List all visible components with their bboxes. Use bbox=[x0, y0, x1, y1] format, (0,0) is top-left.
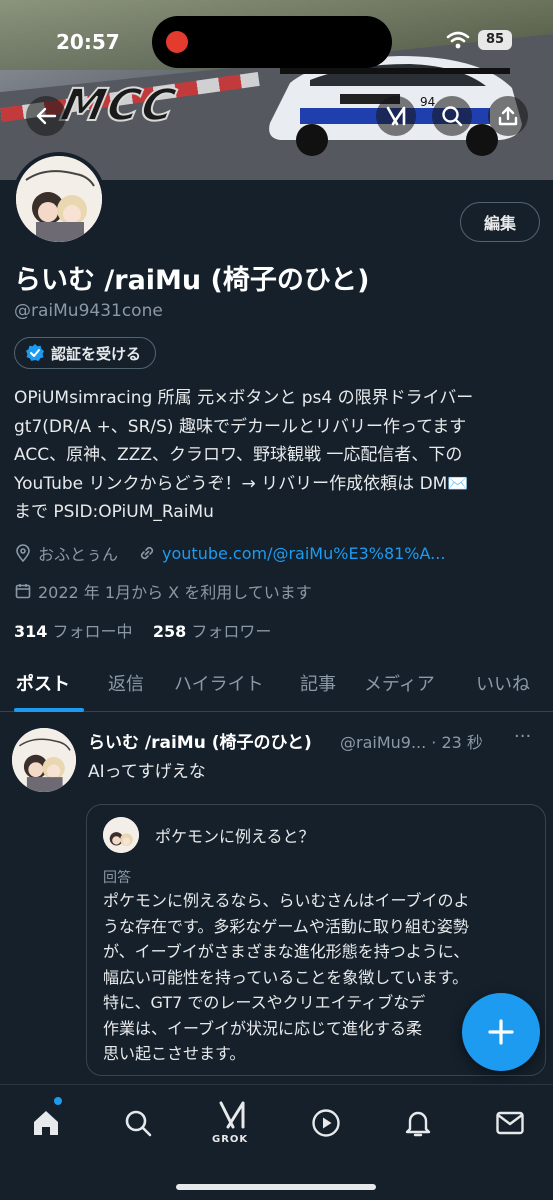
search-icon bbox=[442, 106, 463, 127]
followers-count: 258 bbox=[152, 622, 187, 641]
display-name: らいむ /raiMu (椅子のひと) bbox=[14, 265, 370, 296]
followers-label: フォロワー bbox=[191, 622, 272, 641]
nav-video[interactable] bbox=[306, 1103, 346, 1143]
tab-posts[interactable]: ポスト bbox=[16, 670, 70, 696]
verified-badge-icon bbox=[26, 344, 44, 361]
bio-line: OPiUMsimracing 所属 元×ボタンと ps4 の限界ドライバー bbox=[14, 388, 474, 408]
answer-line: うな存在です。多彩なゲームや活動に取り組む姿勢 bbox=[103, 916, 469, 936]
arrow-left-icon bbox=[36, 107, 57, 125]
location-icon bbox=[16, 544, 30, 562]
avatar-illustration bbox=[103, 817, 139, 853]
home-indicator bbox=[176, 1184, 376, 1190]
nav-notifications[interactable] bbox=[398, 1103, 438, 1143]
card-answer-label: 回答 bbox=[103, 870, 131, 886]
profile-bio: OPiUMsimracing 所属 元×ボタンと ps4 の限界ドライバー gt… bbox=[14, 384, 544, 527]
bio-line: ACC、原神、ZZZ、クラロワ、野球観戦 一応配信者、下の bbox=[14, 445, 463, 465]
bottom-navigation: GROK bbox=[0, 1084, 553, 1200]
banner-logo: MCC bbox=[56, 79, 183, 132]
card-avatar bbox=[103, 817, 139, 853]
profile-location: おふとぅん bbox=[38, 545, 119, 564]
post-text: AIってすげえな bbox=[88, 762, 206, 782]
followers-link[interactable]: 258 フォロワー bbox=[153, 622, 272, 641]
edit-profile-button[interactable]: 編集 bbox=[460, 202, 540, 242]
nav-messages[interactable] bbox=[490, 1103, 530, 1143]
nav-grok[interactable] bbox=[212, 1095, 252, 1135]
search-icon bbox=[125, 1110, 152, 1137]
tab-replies[interactable]: 返信 bbox=[108, 670, 144, 696]
profile-avatar[interactable] bbox=[12, 152, 106, 246]
link-icon bbox=[140, 546, 154, 560]
avatar-illustration bbox=[12, 728, 76, 792]
tab-media[interactable]: メディア bbox=[364, 670, 435, 696]
profile-website-link[interactable]: youtube.com/@raiMu%E3%81%A... bbox=[162, 544, 445, 563]
nav-home[interactable] bbox=[26, 1103, 66, 1143]
profile-handle: @raiMu9431cone bbox=[14, 301, 163, 321]
avatar-illustration bbox=[16, 156, 102, 242]
following-link[interactable]: 314 フォロー中 bbox=[14, 622, 133, 641]
plus-icon bbox=[488, 1019, 514, 1045]
following-count: 314 bbox=[14, 622, 48, 641]
bio-line: YouTube リンクからどうぞ！→ リバリー作成依頼は DM✉️ bbox=[14, 473, 469, 494]
grok-header-button[interactable] bbox=[376, 96, 416, 136]
battery-indicator: 85 bbox=[478, 30, 512, 50]
get-verified-label: 認証を受ける bbox=[51, 344, 142, 363]
calendar-icon bbox=[15, 584, 31, 599]
home-notification-dot bbox=[54, 1097, 62, 1105]
search-button[interactable] bbox=[432, 96, 472, 136]
recording-indicator-icon bbox=[166, 31, 188, 53]
follow-stats: 314 フォロー中 258 フォロワー bbox=[14, 618, 271, 642]
tab-articles[interactable]: 記事 bbox=[300, 670, 336, 696]
following-label: フォロー中 bbox=[52, 622, 133, 641]
profile-meta-row: おふとぅん youtube.com/@raiMu%E3%81%A... bbox=[14, 541, 445, 565]
share-icon bbox=[498, 106, 518, 126]
bell-icon bbox=[405, 1111, 431, 1137]
tab-likes[interactable]: いいね bbox=[476, 670, 530, 696]
post-author-name[interactable]: らいむ /raiMu (椅子のひと) bbox=[88, 728, 312, 753]
post-author-avatar[interactable] bbox=[12, 728, 76, 792]
tab-highlights[interactable]: ハイライト bbox=[174, 670, 264, 696]
back-button[interactable] bbox=[26, 96, 66, 136]
wifi-icon bbox=[446, 31, 470, 49]
post-more-menu-icon[interactable]: ··· bbox=[514, 726, 531, 747]
compose-post-button[interactable] bbox=[462, 993, 540, 1071]
card-question: ポケモンに例えると？ bbox=[155, 827, 315, 846]
nav-search[interactable] bbox=[118, 1103, 158, 1143]
play-circle-icon bbox=[312, 1109, 340, 1137]
answer-line: ポケモンに例えるなら、らいむさんはイーブイのよ bbox=[103, 891, 470, 910]
status-time: 20:57 bbox=[56, 30, 120, 54]
profile-joined-row: 2022 年 1月から X を利用しています bbox=[14, 579, 312, 603]
bio-line: gt7(DR/A +、SR/S) 趣味でデカールとリバリー作ってます bbox=[14, 416, 467, 437]
answer-line: 幅広い可能性を持っていることを象徴しています。 bbox=[103, 967, 469, 987]
active-tab-indicator bbox=[14, 708, 84, 712]
mail-icon bbox=[496, 1111, 524, 1135]
grok-icon bbox=[219, 1101, 245, 1129]
post-handle-time: @raiMu9... · 23 秒 bbox=[340, 733, 483, 752]
share-button[interactable] bbox=[488, 96, 528, 136]
bio-line: まで PSID:OPiUM_RaiMu bbox=[14, 502, 214, 522]
home-icon bbox=[34, 1111, 58, 1135]
answer-line: が、イーブイがさまざまな進化形態を持つように、 bbox=[103, 942, 470, 961]
grok-icon bbox=[386, 106, 406, 126]
profile-joined-date: 2022 年 1月から X を利用しています bbox=[38, 583, 312, 602]
get-verified-button[interactable]: 認証を受ける bbox=[14, 337, 157, 369]
dynamic-island bbox=[152, 16, 392, 68]
profile-tabs: ポスト 返信 ハイライト 記事 メディア いいね bbox=[0, 662, 553, 712]
grok-nav-label: GROK bbox=[212, 1134, 249, 1145]
